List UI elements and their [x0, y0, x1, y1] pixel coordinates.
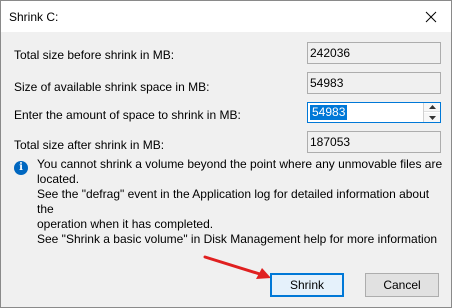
spin-up-button[interactable] [424, 103, 440, 112]
title-bar: Shrink C: [1, 1, 451, 32]
shrink-amount-spinbox[interactable]: 54983 [307, 102, 441, 123]
info-line-3: operation when it has completed. [37, 217, 214, 231]
available-shrink-field: 54983 [307, 72, 441, 94]
spin-buttons [423, 103, 440, 122]
cancel-button[interactable]: Cancel [365, 273, 439, 297]
available-shrink-label: Size of available shrink space in MB: [14, 80, 210, 94]
close-icon [425, 11, 437, 22]
spin-down-icon [428, 115, 436, 120]
total-size-after-label: Total size after shrink in MB: [14, 138, 165, 152]
spin-up-icon [428, 105, 436, 109]
info-message: You cannot shrink a volume beyond the po… [37, 157, 447, 232]
shrink-dialog: Shrink C: Total size before shrink in MB… [0, 0, 452, 308]
total-size-after-field: 187053 [307, 131, 441, 153]
shrink-button[interactable]: Shrink [270, 273, 344, 297]
help-text: See "Shrink a basic volume" in Disk Mana… [37, 232, 438, 246]
total-size-before-label: Total size before shrink in MB: [14, 48, 175, 62]
total-size-before-field: 242036 [307, 42, 441, 64]
spin-down-button[interactable] [424, 113, 440, 122]
annotation-arrow-icon [203, 255, 271, 279]
shrink-amount-label: Enter the amount of space to shrink in M… [14, 108, 241, 122]
shrink-amount-input[interactable]: 54983 [310, 105, 348, 120]
window-title: Shrink C: [9, 10, 59, 24]
info-icon: i [14, 161, 28, 175]
info-line-1: You cannot shrink a volume beyond the po… [37, 157, 443, 186]
close-button[interactable] [411, 1, 451, 32]
info-line-2: See the "defrag" event in the Applicatio… [37, 187, 430, 216]
